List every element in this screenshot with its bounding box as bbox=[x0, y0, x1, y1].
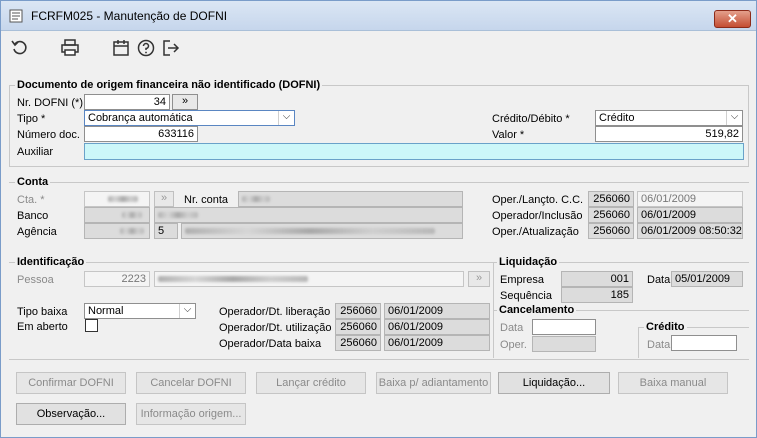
baixa-op: 256060 bbox=[335, 335, 381, 351]
liberacao-label: Operador/Dt. liberação bbox=[219, 306, 331, 318]
agencia-name-input bbox=[181, 223, 463, 239]
utilizacao-date: 06/01/2009 bbox=[384, 319, 490, 335]
observacao-button[interactable]: Observação... bbox=[16, 403, 126, 425]
identificacao-legend: Identificação bbox=[15, 256, 87, 268]
refresh-icon[interactable] bbox=[10, 38, 30, 58]
confirmar-dofni-button[interactable]: Confirmar DOFNI bbox=[16, 372, 126, 394]
numero-doc-input[interactable]: 633116 bbox=[84, 126, 198, 142]
cancelamento-data-label: Data bbox=[500, 322, 524, 334]
cancelamento-data-input[interactable] bbox=[532, 319, 596, 335]
cta-input bbox=[84, 191, 150, 207]
utilizacao-op: 256060 bbox=[335, 319, 381, 335]
oper-inclusao-op: 256060 bbox=[588, 207, 634, 223]
em-aberto-label: Em aberto bbox=[17, 321, 68, 333]
credito-debito-value: Crédito bbox=[599, 112, 635, 124]
chevron-down-icon[interactable]: ⌵ bbox=[726, 111, 742, 125]
numero-doc-label: Número doc. bbox=[17, 129, 80, 141]
utilizacao-label: Operador/Dt. utilização bbox=[219, 322, 332, 334]
credito-legend: Crédito bbox=[644, 321, 687, 333]
cta-lookup-button[interactable]: » bbox=[154, 191, 174, 207]
pessoa-name-input bbox=[154, 271, 464, 287]
agencia-label: Agência bbox=[17, 226, 57, 238]
cancelamento-oper-input bbox=[532, 336, 596, 352]
print-icon[interactable] bbox=[60, 38, 80, 58]
credito-debito-label: Crédito/Débito * bbox=[492, 113, 570, 125]
liberacao-op: 256060 bbox=[335, 303, 381, 319]
credito-data-input[interactable] bbox=[671, 335, 737, 351]
oper-inclusao-label: Operador/Inclusão bbox=[492, 210, 583, 222]
liquidacao-legend: Liquidação bbox=[497, 256, 560, 268]
tipo-baixa-value: Normal bbox=[88, 305, 124, 317]
credito-debito-select[interactable]: Crédito ⌵ bbox=[595, 110, 743, 126]
nr-conta-label: Nr. conta bbox=[184, 194, 229, 206]
sequencia-input: 185 bbox=[561, 287, 633, 303]
pessoa-lookup-button[interactable]: » bbox=[468, 271, 490, 287]
toolbar bbox=[1, 32, 756, 66]
calendar-icon[interactable] bbox=[111, 38, 131, 58]
agencia-input bbox=[84, 223, 150, 239]
cancelar-dofni-button[interactable]: Cancelar DOFNI bbox=[136, 372, 246, 394]
form-icon bbox=[9, 9, 23, 23]
informacao-origem-button[interactable]: Informação origem... bbox=[136, 403, 246, 425]
banco-name-input bbox=[154, 207, 463, 223]
tipo-baixa-label: Tipo baixa bbox=[17, 306, 68, 318]
credito-data-label: Data bbox=[647, 339, 671, 351]
oper-lancto-op: 256060 bbox=[588, 191, 634, 207]
tipo-select[interactable]: Cobrança automática ⌵ bbox=[84, 110, 295, 126]
auxiliar-input[interactable] bbox=[84, 143, 744, 160]
cancelamento-legend: Cancelamento bbox=[497, 304, 577, 316]
chevron-down-icon[interactable]: ⌵ bbox=[179, 304, 195, 318]
liquidacao-data-label: Data bbox=[647, 274, 671, 286]
chevron-down-icon[interactable]: ⌵ bbox=[278, 111, 294, 125]
cta-label: Cta. * bbox=[17, 194, 45, 206]
oper-lancto-label: Oper./Lançto. C.C. bbox=[492, 194, 584, 206]
tipo-value: Cobrança automática bbox=[88, 112, 193, 124]
valor-label: Valor * bbox=[492, 129, 525, 141]
baixa-label: Operador/Data baixa bbox=[219, 338, 322, 350]
nr-dofni-input[interactable]: 34 bbox=[84, 94, 170, 110]
baixa-adiantamento-button[interactable]: Baixa p/ adiantamento bbox=[376, 372, 491, 394]
conta-legend: Conta bbox=[15, 176, 51, 188]
bottom-divider bbox=[9, 359, 749, 360]
banco-label: Banco bbox=[17, 210, 49, 222]
liquidacao-button[interactable]: Liquidação... bbox=[498, 372, 610, 394]
exit-icon[interactable] bbox=[161, 38, 181, 58]
auxiliar-label: Auxiliar bbox=[17, 146, 54, 158]
pessoa-label: Pessoa bbox=[17, 274, 54, 286]
empresa-label: Empresa bbox=[500, 274, 545, 286]
baixa-manual-button[interactable]: Baixa manual bbox=[618, 372, 728, 394]
nr-dofni-lookup-button[interactable]: » bbox=[172, 94, 198, 110]
oper-atualizacao-label: Oper./Atualização bbox=[492, 226, 579, 238]
sequencia-label: Sequência bbox=[500, 290, 552, 302]
agencia-digit-input: 5 bbox=[154, 223, 178, 239]
title-bar: FCRFM025 - Manutenção de DOFNI ✕ bbox=[1, 1, 756, 31]
banco-input bbox=[84, 207, 150, 223]
cancelamento-oper-label: Oper. bbox=[500, 339, 527, 351]
dofni-legend: Documento de origem financeira não ident… bbox=[15, 79, 323, 91]
window-title: FCRFM025 - Manutenção de DOFNI bbox=[31, 9, 228, 23]
nr-dofni-label: Nr. DOFNI (*) bbox=[17, 97, 83, 109]
oper-inclusao-date: 06/01/2009 bbox=[637, 207, 743, 223]
em-aberto-checkbox[interactable] bbox=[85, 319, 98, 332]
liquidacao-data-input: 05/01/2009 bbox=[671, 271, 743, 287]
pessoa-input: 2223 bbox=[84, 271, 150, 287]
nr-conta-input bbox=[238, 191, 463, 207]
oper-lancto-date: 06/01/2009 bbox=[637, 191, 743, 207]
oper-atualizacao-op: 256060 bbox=[588, 223, 634, 239]
tipo-label: Tipo * bbox=[17, 113, 46, 125]
close-button[interactable]: ✕ bbox=[714, 10, 751, 28]
dofni-window: FCRFM025 - Manutenção de DOFNI ✕ Documen… bbox=[0, 0, 757, 438]
tipo-baixa-select[interactable]: Normal ⌵ bbox=[84, 303, 196, 319]
valor-input[interactable]: 519,82 bbox=[595, 126, 743, 142]
oper-atualizacao-date: 06/01/2009 08:50:32 bbox=[637, 223, 743, 239]
empresa-input: 001 bbox=[561, 271, 633, 287]
liberacao-date: 06/01/2009 bbox=[384, 303, 490, 319]
help-icon[interactable] bbox=[136, 38, 156, 58]
lancar-credito-button[interactable]: Lançar crédito bbox=[256, 372, 366, 394]
baixa-date: 06/01/2009 bbox=[384, 335, 490, 351]
